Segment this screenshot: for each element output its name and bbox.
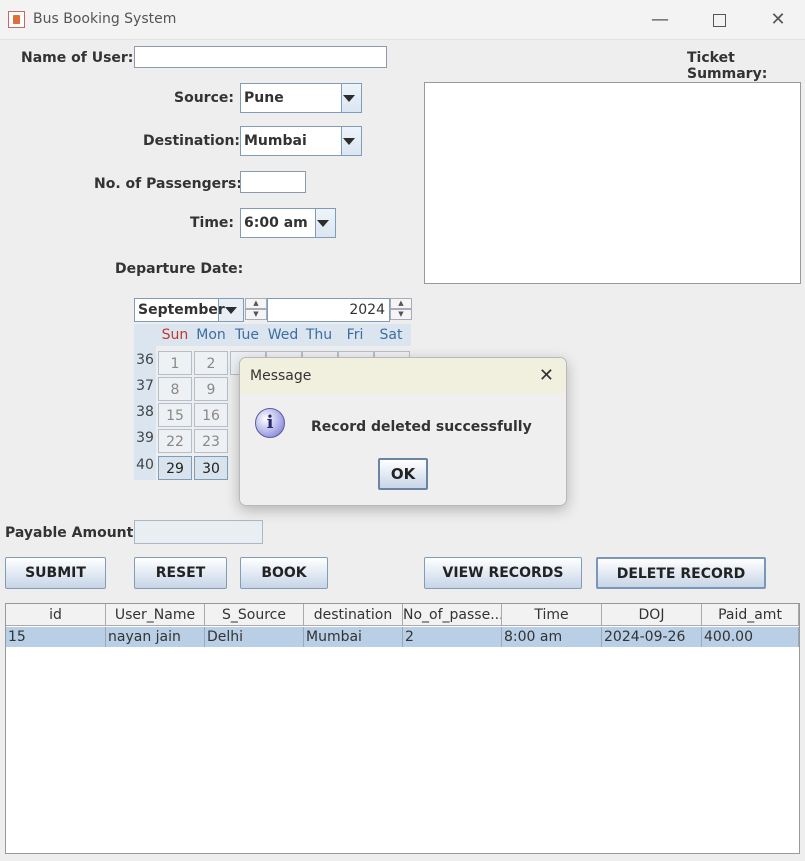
book-button[interactable]: BOOK (240, 557, 328, 589)
chevron-down-icon (337, 84, 361, 112)
column-header[interactable]: destination (304, 604, 403, 626)
passengers-label: No. of Passengers: (94, 176, 242, 192)
spinner-up-icon[interactable]: ▲ (245, 298, 267, 309)
ok-button[interactable]: OK (378, 458, 428, 490)
day-cell[interactable]: 15 (158, 403, 192, 427)
payable-amount-field (134, 520, 263, 544)
weekday-label: Tue (235, 327, 259, 343)
name-input[interactable] (134, 46, 387, 68)
title-bar: Bus Booking System — ✕ (0, 0, 805, 40)
day-cell[interactable]: 9 (194, 377, 228, 401)
ticket-summary-textarea[interactable] (424, 82, 801, 284)
table-row[interactable]: 15 nayan jain Delhi Mumbai 2 8:00 am 202… (6, 627, 799, 647)
weekday-label: Thu (305, 327, 333, 343)
column-header[interactable]: id (6, 604, 106, 626)
minimize-icon[interactable]: — (649, 10, 671, 30)
column-header[interactable]: DOJ (602, 604, 702, 626)
week-number: 38 (136, 404, 154, 420)
day-cell[interactable]: 1 (158, 351, 192, 375)
chevron-down-icon (337, 127, 361, 155)
day-cell[interactable]: 22 (158, 429, 192, 453)
weekday-header: Sun Mon Tue Wed Thu Fri Sat (134, 324, 411, 346)
close-icon[interactable]: ✕ (767, 10, 789, 30)
records-table[interactable]: id User_Name S_Source destination No_of_… (5, 603, 800, 854)
day-cell[interactable]: 30 (194, 456, 228, 480)
message-dialog: Message ✕ i Record deleted successfully … (239, 357, 567, 506)
dialog-message: Record deleted successfully (311, 419, 532, 435)
weekday-label: Sun (161, 327, 189, 343)
weekday-label: Sat (379, 327, 403, 343)
delete-record-button[interactable]: DELETE RECORD (596, 557, 766, 589)
day-cell[interactable]: 29 (158, 456, 192, 480)
departure-date-label: Departure Date: (115, 261, 244, 277)
ticket-summary-label: Ticket Summary: (687, 50, 768, 82)
week-number: 40 (136, 457, 154, 473)
view-records-button[interactable]: VIEW RECORDS (424, 557, 582, 589)
table-cell: 2 (403, 627, 502, 647)
month-spinner[interactable]: ▲ ▼ (245, 298, 267, 322)
submit-button[interactable]: SUBMIT (5, 557, 106, 589)
time-value: 6:00 am (241, 209, 316, 237)
table-cell: 8:00 am (502, 627, 602, 647)
week-number: 37 (136, 378, 154, 394)
reset-button[interactable]: RESET (134, 557, 227, 589)
weekday-label: Mon (196, 327, 226, 343)
spinner-up-icon[interactable]: ▲ (390, 298, 412, 309)
column-header[interactable]: S_Source (205, 604, 304, 626)
day-cell[interactable]: 23 (194, 429, 228, 453)
chevron-down-icon (311, 209, 335, 237)
info-icon: i (255, 408, 285, 438)
spinner-down-icon[interactable]: ▼ (390, 309, 412, 320)
day-cell[interactable]: 16 (194, 403, 228, 427)
maximize-icon[interactable] (708, 10, 730, 30)
day-cell[interactable]: 2 (194, 351, 228, 375)
destination-combo[interactable]: Mumbai (240, 126, 362, 156)
time-label: Time: (190, 215, 235, 231)
column-header[interactable]: No_of_passe... (403, 604, 502, 626)
source-label: Source: (174, 90, 234, 106)
name-label: Name of User: (21, 50, 134, 66)
destination-value: Mumbai (241, 127, 342, 155)
column-header[interactable]: User_Name (106, 604, 205, 626)
month-combo[interactable]: September (134, 298, 244, 322)
destination-label: Destination: (143, 133, 241, 149)
table-cell: 2024-09-26 (602, 627, 702, 647)
day-cell[interactable]: 8 (158, 377, 192, 401)
close-icon[interactable]: ✕ (539, 365, 554, 386)
source-value: Pune (241, 84, 342, 112)
window-title: Bus Booking System (33, 11, 177, 27)
year-field[interactable]: 2024 (267, 298, 390, 322)
weekday-label: Wed (267, 327, 299, 343)
dialog-title-bar: Message ✕ (240, 358, 566, 394)
java-app-icon (8, 11, 25, 28)
payable-amount-label: Payable Amount: (5, 525, 139, 541)
week-number: 36 (136, 352, 154, 368)
table-cell: nayan jain (106, 627, 205, 647)
dialog-title: Message (250, 368, 312, 384)
source-combo[interactable]: Pune (240, 83, 362, 113)
main-window: Bus Booking System — ✕ Name of User: Tic… (0, 0, 805, 861)
table-cell: 400.00 (702, 627, 799, 647)
table-cell: Mumbai (304, 627, 403, 647)
spinner-down-icon[interactable]: ▼ (245, 309, 267, 320)
week-number: 39 (136, 430, 154, 446)
week-number-column: 36 37 38 39 40 (134, 346, 156, 480)
year-spinner[interactable]: ▲ ▼ (390, 298, 412, 322)
column-header[interactable]: Time (502, 604, 602, 626)
passengers-input[interactable] (240, 171, 306, 193)
weekday-label: Fri (346, 327, 364, 343)
column-header[interactable]: Paid_amt (702, 604, 799, 626)
month-value: September (135, 299, 225, 321)
table-cell: 15 (6, 627, 106, 647)
time-combo[interactable]: 6:00 am (240, 208, 336, 238)
table-cell: Delhi (205, 627, 304, 647)
